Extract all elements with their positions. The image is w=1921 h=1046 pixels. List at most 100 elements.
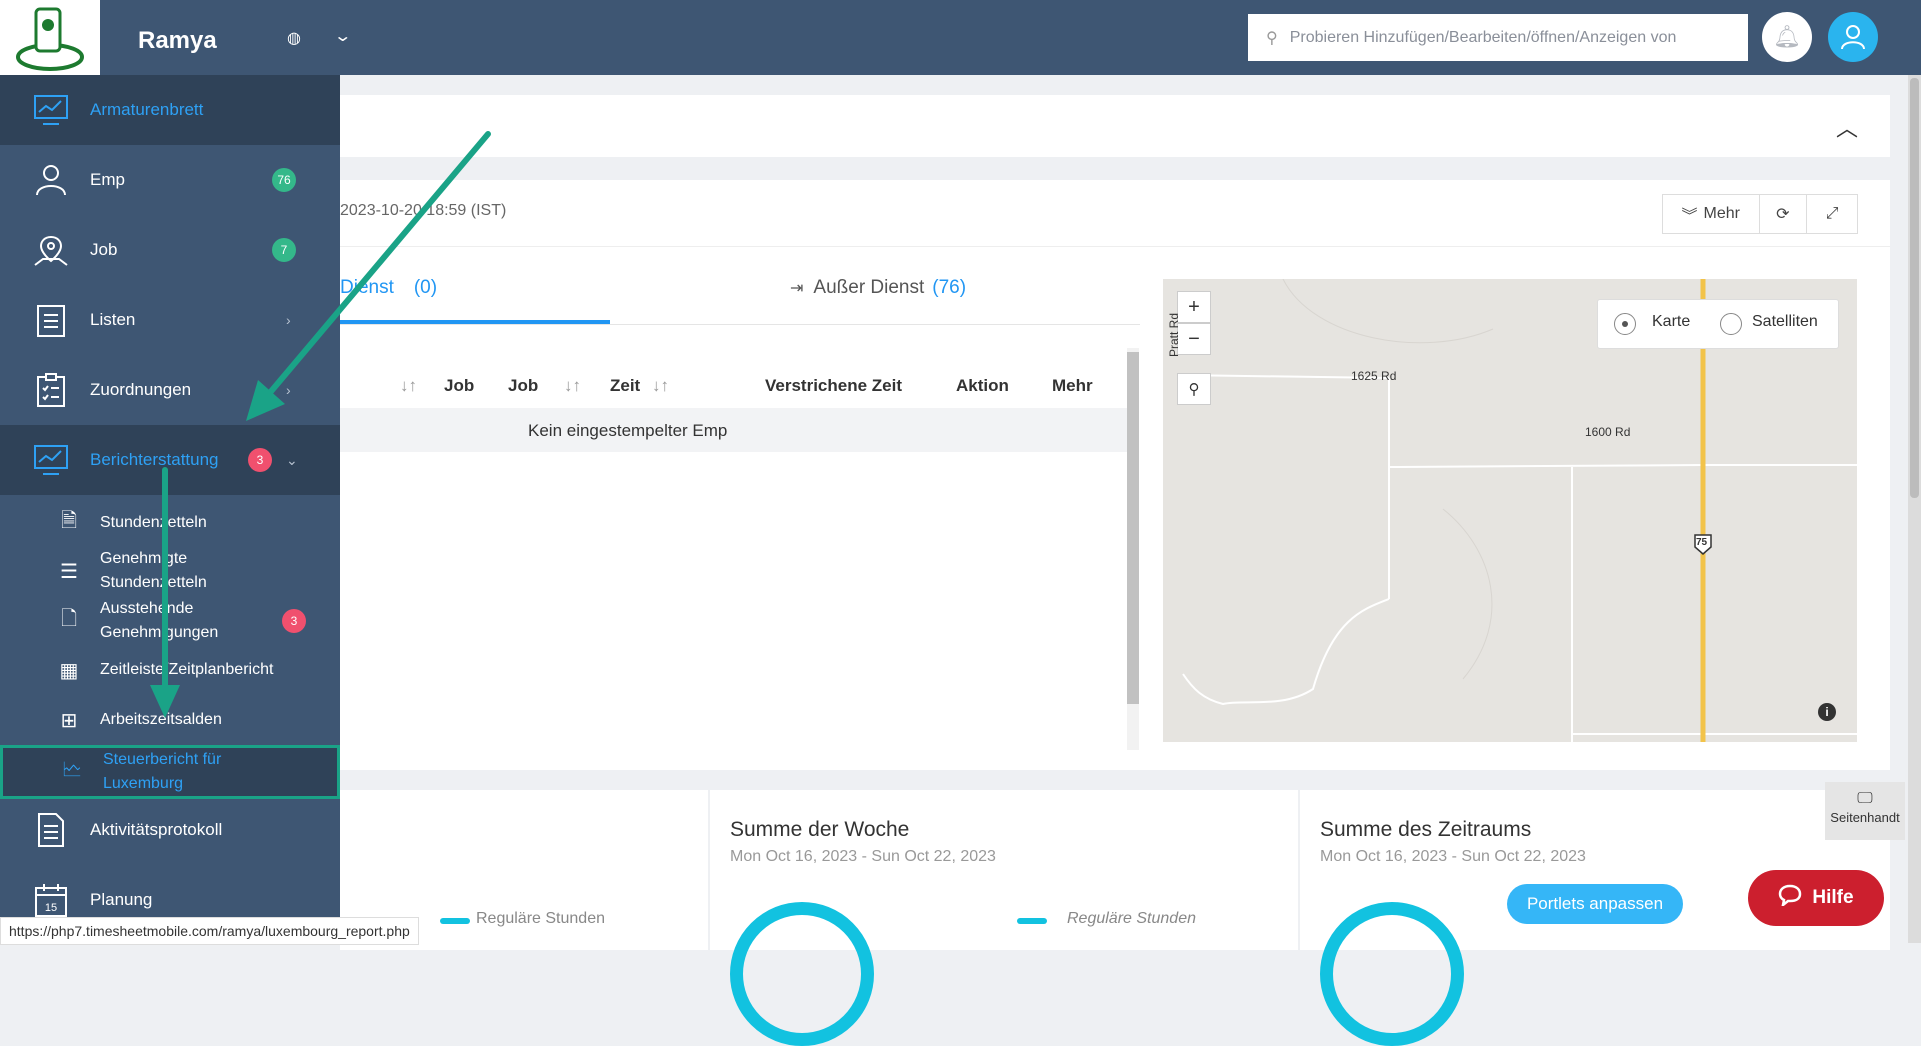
summary-title: Summe der Woche (730, 818, 910, 841)
count-badge: 3 (248, 448, 272, 472)
reports-chart-icon (30, 439, 72, 481)
empty-message: Kein eingestempelter Emp (528, 421, 728, 440)
map-type-satelliten-label[interactable]: Satelliten (1752, 313, 1818, 331)
table-scrollbar-thumb[interactable] (1127, 352, 1139, 704)
search-box[interactable]: ⚲ (1248, 14, 1748, 61)
column-header[interactable]: Zeit (610, 376, 640, 396)
zoom-in-button[interactable]: + (1177, 291, 1211, 323)
map-view[interactable]: + − ⚲ Karte Satelliten Pratt Rd 1625 Rd … (1163, 279, 1857, 742)
chevron-right-icon: › (286, 312, 291, 328)
map-pin-icon (30, 229, 72, 271)
column-header[interactable]: Aktion (956, 376, 1009, 396)
zoom-out-button[interactable]: − (1177, 323, 1211, 355)
sidebar-item-emp[interactable]: Emp 76 (0, 145, 340, 215)
tab-divider (340, 324, 1140, 325)
sidebar-item-zuordnungen[interactable]: Zuordnungen › (0, 355, 340, 425)
company-name: Ramya (138, 27, 217, 54)
double-chevron-down-icon: ︾ (1681, 208, 1698, 225)
donut-chart (1320, 902, 1464, 1046)
sidebar: Armaturenbrett Emp 76 Job 7 Listen › Zuo… (0, 75, 340, 943)
road-label: 1625 Rd (1351, 369, 1397, 383)
summary-title: Summe des Zeitraums (1320, 818, 1532, 841)
radio-satelliten[interactable] (1720, 313, 1742, 335)
radio-karte[interactable] (1614, 313, 1636, 335)
chevron-down-icon: ⌄ (286, 451, 298, 468)
sidebar-item-listen[interactable]: Listen › (0, 285, 340, 355)
exit-icon: ⇥ (790, 280, 804, 297)
info-icon[interactable]: i (1818, 703, 1836, 721)
user-avatar-icon[interactable] (1828, 12, 1878, 62)
document-icon: 🗋 (60, 608, 78, 630)
count-badge: 3 (282, 609, 306, 633)
help-button[interactable]: Hilfe (1748, 870, 1884, 926)
map-type-switcher: Karte Satelliten (1597, 299, 1839, 349)
table-row: Kein eingestempelter Emp (340, 408, 1130, 452)
checklist-icon (30, 369, 72, 411)
column-header[interactable]: Job (444, 376, 474, 396)
svg-text:15: 15 (45, 902, 57, 914)
list-clipboard-icon (30, 299, 72, 341)
sidebar-subitem-stundenzetteln[interactable]: 🗎 Stundenzetteln (0, 503, 340, 543)
donut-chart (730, 902, 874, 1046)
map-search-icon[interactable]: ⚲ (1177, 373, 1211, 405)
sidebar-subitem-arbeitszeitsalden[interactable]: ⊞ Arbeitszeitsalden (0, 700, 340, 740)
map-type-karte-label[interactable]: Karte (1652, 313, 1690, 331)
list-icon: ☰ (60, 560, 78, 583)
page-scrollbar-thumb[interactable] (1910, 78, 1919, 498)
collapsible-panel: ︿ (340, 95, 1890, 157)
timesheet-doc-icon: 🗎 (60, 510, 78, 532)
globe-icon[interactable]: ◍ (287, 28, 301, 48)
count-badge: 76 (272, 168, 296, 192)
search-input[interactable] (1287, 27, 1732, 48)
road-label: Pratt Rd (1167, 312, 1181, 357)
report-chart-icon: 🗠 (61, 759, 83, 781)
panel-toolbar: ︾ Mehr ⟳ ⤢ (1662, 194, 1858, 234)
tab-on-duty[interactable]: Dienst (0) (340, 277, 437, 299)
app-logo[interactable] (0, 0, 100, 75)
calendar-icon: 15 (30, 879, 72, 921)
highway-label: 75 (1696, 537, 1708, 548)
sidebar-subitem-luxemburg[interactable]: 🗠 Steuerbericht für Luxemburg (0, 745, 340, 799)
count-badge: 7 (272, 238, 296, 262)
chevron-right-icon: › (286, 382, 291, 398)
summary-card-week: Summe der Woche Mon Oct 16, 2023 - Sun O… (710, 790, 1298, 1046)
summary-range: Mon Oct 16, 2023 - Sun Oct 22, 2023 (1320, 848, 1586, 865)
column-header[interactable]: Job (508, 376, 538, 396)
table-header: ↓↑ Job Job ↓↑ Zeit ↓↑ Verstrichene Zeit … (340, 362, 1130, 408)
road-label: 1600 Rd (1585, 425, 1631, 439)
sort-icon[interactable]: ↓↑ (564, 376, 581, 396)
sidebar-item-job[interactable]: Job 7 (0, 215, 340, 285)
page-handbook-tab[interactable]: 🖵 Seitenhandt (1825, 782, 1905, 840)
refresh-icon[interactable]: ⟳ (1760, 195, 1808, 233)
sidebar-item-aktivitaetsprotokoll[interactable]: Aktivitätsprotokoll (0, 795, 340, 865)
status-bar-url: https://php7.timesheetmobile.com/ramya/l… (0, 917, 419, 945)
sidebar-item-berichterstattung[interactable]: Berichterstattung 3 ⌄ (0, 425, 340, 495)
sort-icon[interactable]: ↓↑ (652, 376, 669, 396)
timestamp: 2023-10-20 18:59 (IST) (340, 202, 507, 219)
monitor-icon: 🖵 (1857, 790, 1873, 807)
customize-portlets-button[interactable]: Portlets anpassen (1507, 884, 1683, 924)
bell-icon[interactable]: 🔔︎ (1762, 12, 1812, 62)
dashboard-monitor-icon (30, 89, 72, 131)
sidebar-subitem-genehmigte[interactable]: ☰ Genehmigte Stundenzetteln (0, 545, 340, 597)
sort-icon[interactable]: ↓↑ (400, 376, 417, 396)
document-lines-icon (30, 809, 72, 851)
sidebar-item-dashboard[interactable]: Armaturenbrett (0, 75, 340, 145)
tab-off-duty[interactable]: ⇥ Außer Dienst (76) (790, 277, 966, 299)
legend-swatch (440, 918, 470, 924)
calendar-grid-icon: ▦ (59, 659, 79, 682)
chevron-up-icon[interactable]: ︿ (1836, 111, 1858, 143)
legend-label: Reguläre Stunden (476, 910, 605, 927)
users-icon (30, 159, 72, 201)
column-header[interactable]: Verstrichene Zeit (765, 376, 902, 396)
legend-swatch (1017, 918, 1047, 924)
sidebar-subitem-zeitleiste[interactable]: ▦ Zeitleiste/Zeitplanbericht (0, 650, 340, 690)
sidebar-subitem-ausstehende[interactable]: 🗋 Ausstehende Genehmigungen 3 (0, 595, 340, 647)
more-button[interactable]: ︾ Mehr (1663, 195, 1760, 233)
chat-bubble-icon (1778, 884, 1802, 912)
column-header[interactable]: Mehr (1052, 376, 1093, 396)
legend-label: Reguläre Stunden (1067, 910, 1196, 927)
chevron-down-icon[interactable]: ⌄ (333, 26, 352, 46)
expand-icon[interactable]: ⤢ (1807, 195, 1857, 233)
divider (340, 246, 1890, 247)
